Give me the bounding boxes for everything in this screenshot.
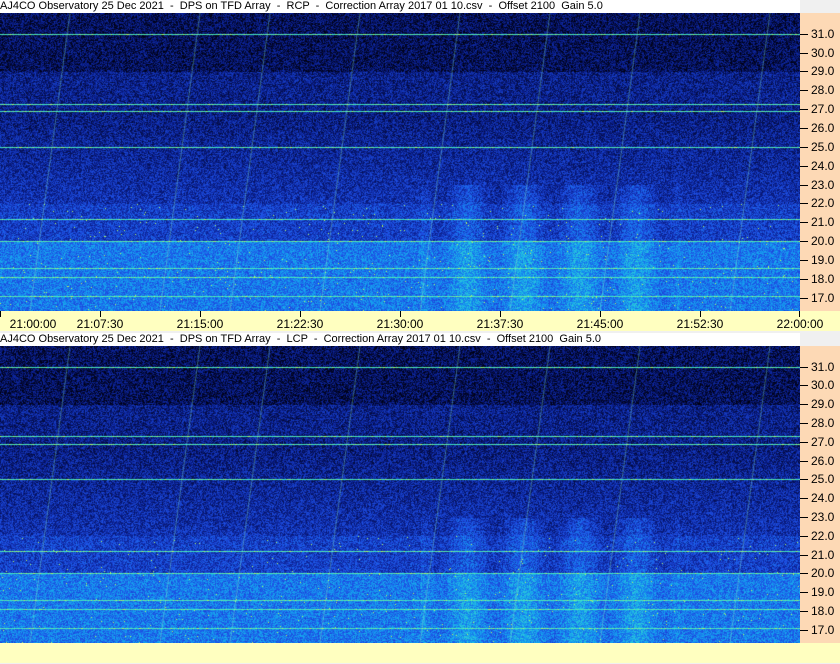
y-tick-label: 30.0 bbox=[811, 45, 835, 60]
y-tick-label: 27.0 bbox=[811, 102, 835, 117]
y-tick bbox=[800, 90, 808, 92]
y-tick bbox=[800, 203, 808, 205]
y-tick-label: 17.0 bbox=[811, 290, 835, 305]
y-tick-label: 18.0 bbox=[811, 604, 835, 619]
y-tick bbox=[800, 33, 808, 35]
time-axis: 21:00:00 21:07:30 21:15:00 21:22:30 21:30:00… bbox=[0, 311, 840, 331]
x-tick-label: 21:00:00 bbox=[9, 317, 57, 331]
y-tick bbox=[800, 366, 808, 368]
y-tick-label: 22.0 bbox=[811, 528, 835, 543]
y-tick bbox=[800, 423, 808, 425]
y-tick-label: 31.0 bbox=[811, 26, 835, 41]
y-tick bbox=[800, 222, 808, 224]
x-tick-label: 21:45:00 bbox=[576, 317, 624, 331]
y-tick-label: 29.0 bbox=[811, 64, 835, 79]
y-tick bbox=[800, 460, 808, 462]
y-tick bbox=[800, 71, 808, 73]
y-tick-label: 23.0 bbox=[811, 510, 835, 525]
y-tick bbox=[800, 629, 808, 631]
y-tick bbox=[800, 241, 808, 243]
y-tick-label: 30.0 bbox=[811, 378, 835, 393]
y-tick bbox=[800, 385, 808, 387]
lcp-title: AJ4CO Observatory 25 Dec 2021 - DPS on T… bbox=[0, 333, 800, 346]
y-tick-label: 21.0 bbox=[811, 215, 835, 230]
y-tick bbox=[800, 611, 808, 613]
y-tick bbox=[800, 479, 808, 481]
y-tick-label: 24.0 bbox=[811, 158, 835, 173]
y-tick bbox=[800, 573, 808, 575]
x-tick-label: 21:15:00 bbox=[176, 317, 224, 331]
lcp-frequency-axis: 31.0 30.0 29.0 28.0 27.0 26.0 25.0 24.0 23.0 22.0… bbox=[800, 346, 840, 643]
y-tick-label: 28.0 bbox=[811, 416, 835, 431]
y-tick bbox=[800, 260, 808, 262]
y-tick bbox=[800, 184, 808, 186]
y-tick-label: 22.0 bbox=[811, 196, 835, 211]
x-tick-label: 21:07:30 bbox=[76, 317, 124, 331]
y-tick bbox=[800, 498, 808, 500]
lcp-spectrogram bbox=[0, 346, 800, 643]
y-tick bbox=[800, 404, 808, 406]
y-tick-label: 27.0 bbox=[811, 434, 835, 449]
y-tick-label: 26.0 bbox=[811, 453, 835, 468]
y-tick-label: 20.0 bbox=[811, 566, 835, 581]
y-tick bbox=[800, 52, 808, 54]
y-tick bbox=[800, 165, 808, 167]
y-tick-label: 17.0 bbox=[811, 622, 835, 637]
rcp-frequency-axis: 31.0 30.0 29.0 28.0 27.0 26.0 25.0 24.0 23.0 22.0… bbox=[800, 13, 840, 311]
y-tick bbox=[800, 517, 808, 519]
rcp-spectrogram bbox=[0, 13, 800, 311]
y-tick bbox=[800, 128, 808, 130]
y-tick-label: 28.0 bbox=[811, 83, 835, 98]
y-tick-label: 25.0 bbox=[811, 139, 835, 154]
x-tick-label: 21:52:30 bbox=[676, 317, 724, 331]
y-tick-label: 20.0 bbox=[811, 234, 835, 249]
x-tick-label: 21:30:00 bbox=[376, 317, 424, 331]
y-tick-label: 29.0 bbox=[811, 397, 835, 412]
y-tick bbox=[800, 554, 808, 556]
x-tick-label: 21:22:30 bbox=[276, 317, 324, 331]
y-tick bbox=[800, 297, 808, 299]
y-tick bbox=[800, 146, 808, 148]
y-tick bbox=[800, 109, 808, 111]
bottom-margin bbox=[0, 643, 840, 663]
y-tick-label: 21.0 bbox=[811, 547, 835, 562]
y-tick-label: 24.0 bbox=[811, 491, 835, 506]
y-tick-label: 31.0 bbox=[811, 359, 835, 374]
y-tick bbox=[800, 592, 808, 594]
x-tick bbox=[0, 311, 1, 317]
y-tick-label: 19.0 bbox=[811, 585, 835, 600]
y-tick bbox=[800, 278, 808, 280]
y-tick-label: 25.0 bbox=[811, 472, 835, 487]
y-tick bbox=[800, 535, 808, 537]
y-tick-label: 23.0 bbox=[811, 177, 835, 192]
y-tick-label: 18.0 bbox=[811, 271, 835, 286]
x-tick-label: 22:00:00 bbox=[776, 317, 824, 331]
x-tick-label: 21:37:30 bbox=[476, 317, 524, 331]
y-tick bbox=[800, 441, 808, 443]
y-tick-label: 26.0 bbox=[811, 121, 835, 136]
rcp-title: AJ4CO Observatory 25 Dec 2021 - DPS on T… bbox=[0, 0, 800, 13]
y-tick-label: 19.0 bbox=[811, 253, 835, 268]
